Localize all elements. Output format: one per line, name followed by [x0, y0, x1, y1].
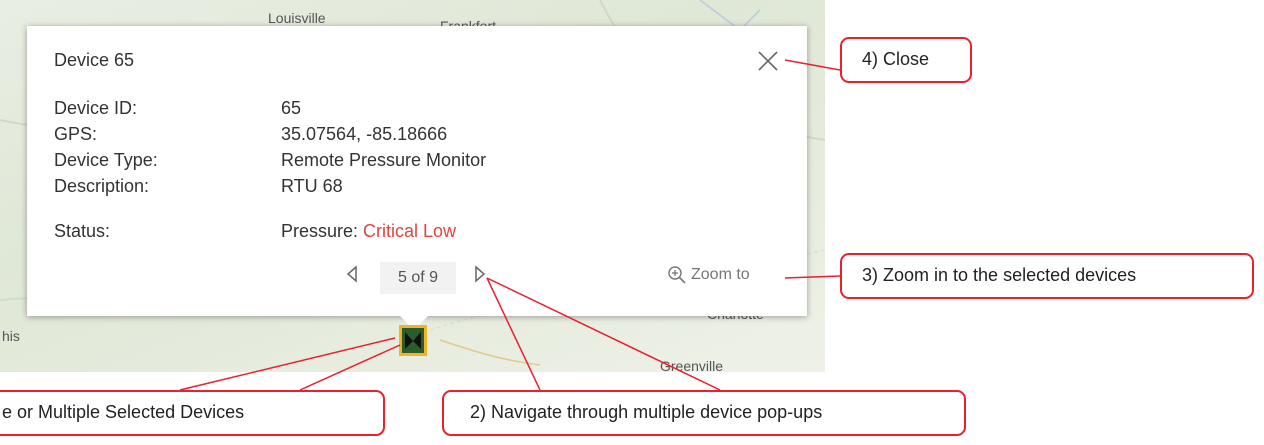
- callout-navigate: 2) Navigate through multiple device pop-…: [442, 390, 966, 436]
- callout-close: 4) Close: [840, 37, 972, 83]
- callout-zoom: 3) Zoom in to the selected devices: [840, 253, 1254, 299]
- callout-selected-devices: e or Multiple Selected Devices: [0, 390, 385, 436]
- callout-connectors: [179, 59, 841, 391]
